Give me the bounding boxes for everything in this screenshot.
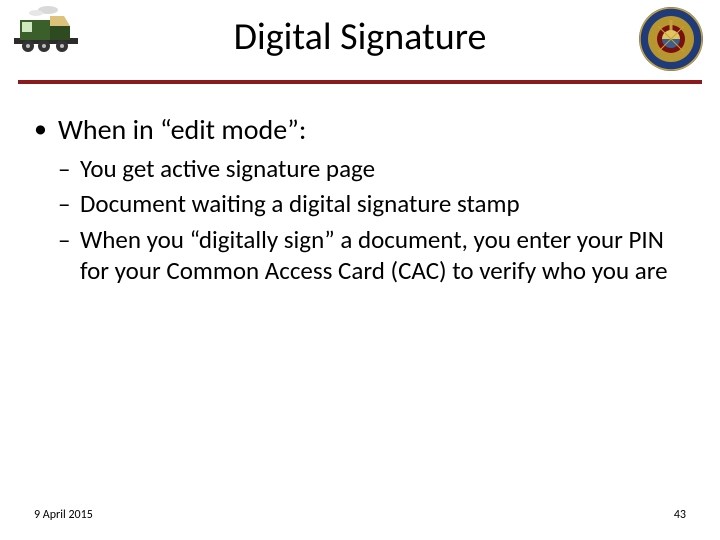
slide-body: When in “edit mode”: You get active sign…	[34, 112, 686, 294]
header-divider	[18, 80, 702, 84]
slide-header: Digital Signature	[0, 0, 720, 84]
sub-bullet-item: Document waiting a digital signature sta…	[58, 188, 686, 219]
sub-bullet-list: You get active signature page Document w…	[58, 153, 686, 286]
slide: Digital Signature When in “edit mode”:	[0, 0, 720, 540]
sub-bullet-text: You get active signature page	[80, 153, 686, 184]
sub-bullet-text: Document waiting a digital signature sta…	[80, 188, 686, 219]
footer-page-number: 43	[674, 508, 686, 522]
bullet-text: When in “edit mode”:	[58, 112, 306, 147]
sub-bullet-text: When you “digitally sign” a document, yo…	[80, 224, 686, 287]
bullet-item: When in “edit mode”: You get active sign…	[34, 112, 686, 286]
sub-bullet-item: You get active signature page	[58, 153, 686, 184]
slide-title: Digital Signature	[0, 14, 720, 60]
usmc-seal-icon	[638, 6, 704, 72]
footer-date: 9 April 2015	[34, 508, 93, 522]
bullet-list: When in “edit mode”: You get active sign…	[34, 112, 686, 286]
sub-bullet-item: When you “digitally sign” a document, yo…	[58, 224, 686, 287]
